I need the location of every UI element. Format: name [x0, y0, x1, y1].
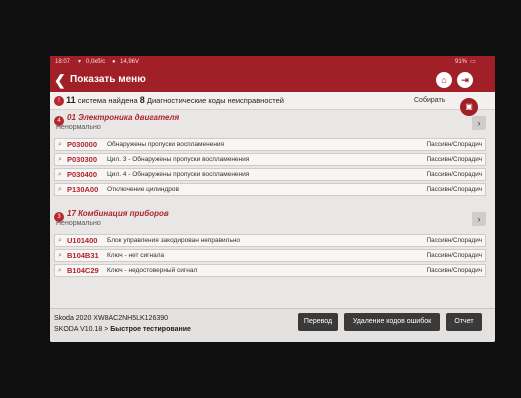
dtc-code: P030400 [67, 170, 98, 179]
system-group-engine: 4 01 Электроника двигателя Ненормально ›… [54, 112, 486, 198]
dtc-text: Диагностические коды неисправностей [146, 96, 284, 105]
home-button[interactable]: ⌂ [436, 72, 452, 88]
dtc-description: Цил. 3 - Обнаружены пропуски воспламенен… [107, 156, 250, 163]
dtc-code: B104C29 [67, 266, 99, 275]
chevron-right-icon[interactable]: › [472, 116, 486, 130]
dtc-row[interactable]: ⌕ P030300 Цил. 3 - Обнаружены пропуски в… [54, 153, 486, 166]
report-button[interactable]: Отчет [446, 313, 482, 331]
dtc-status: Пассивн/Спорадич [426, 186, 482, 193]
dtc-row[interactable]: ⌕ P130A00 Отключение цилиндров Пассивн/С… [54, 183, 486, 196]
dtc-status: Пассивн/Спорадич [426, 252, 482, 259]
battery-car-icon: ● [112, 59, 116, 65]
search-icon: ⌕ [58, 252, 62, 259]
dtc-code: P030300 [67, 155, 98, 164]
dtc-description: Отключение цилиндров [107, 186, 179, 193]
systems-count: 11 [66, 95, 76, 105]
dtc-code: P130A00 [67, 185, 99, 194]
dtc-row[interactable]: ⌕ P030000 Обнаружены пропуски воспламене… [54, 138, 486, 151]
search-icon: ⌕ [58, 141, 62, 148]
title-bar: ❮ Показать меню ⌂ ⇥ [50, 68, 495, 92]
dtc-count: 8 [139, 95, 145, 105]
list-fade [50, 294, 495, 308]
search-icon: ⌕ [58, 186, 62, 193]
exit-icon: ⇥ [461, 75, 469, 85]
data-speed: 0,0кб/с [86, 59, 106, 65]
summary-bar: ! 11 система найдена 8 Диагностические к… [50, 92, 495, 110]
software-path: SKODA V10.18 > Быстрое тестирование [54, 326, 191, 333]
chevron-left-icon: ❮ [54, 72, 66, 88]
dtc-status: Пассивн/Спорадич [426, 237, 482, 244]
dtc-row[interactable]: ⌕ B104B31 Ключ - нет сигнала Пассивн/Спо… [54, 249, 486, 262]
dtc-code: B104B31 [67, 251, 99, 260]
wifi-icon: ▾ [78, 59, 82, 65]
dtc-status: Пассивн/Спорадич [426, 267, 482, 274]
chevron-right-icon[interactable]: › [472, 212, 486, 226]
exit-button[interactable]: ⇥ [457, 72, 473, 88]
battery-level: 91% [455, 59, 468, 65]
group-title: 01 Электроника двигателя [67, 113, 180, 122]
dtc-row[interactable]: ⌕ U101400 Блок управления закодирован не… [54, 234, 486, 247]
dtc-code: U101400 [67, 236, 98, 245]
group-header[interactable]: 3 17 Комбинация приборов Ненормально › [54, 208, 486, 232]
group-status: Ненормально [56, 220, 101, 227]
vehicle-info: Skoda 2020 XW8AC2NH5LK126390 [54, 315, 169, 322]
dtc-description: Обнаружены пропуски воспламенения [107, 141, 225, 148]
dtc-description: Ключ - нет сигнала [107, 252, 165, 259]
battery-icon: ▭ [470, 59, 476, 65]
dtc-code: P030000 [67, 140, 98, 149]
page-title: Показать меню [70, 74, 146, 85]
search-icon: ⌕ [58, 156, 62, 163]
clear-codes-button[interactable]: Удаление кодов ошибок [344, 313, 440, 331]
dtc-description: Ключ - недостоверный сигнал [107, 267, 198, 274]
group-header[interactable]: 4 01 Электроника двигателя Ненормально › [54, 112, 486, 136]
systems-text: система найдена [77, 96, 138, 105]
search-icon: ⌕ [58, 267, 62, 274]
search-icon: ⌕ [58, 237, 62, 244]
status-bar: 18:07 ▾ 0,0кб/с ● 14,96V 91% ▭ [50, 56, 495, 68]
alert-icon: ! [54, 96, 64, 107]
system-group-instrument-cluster: 3 17 Комбинация приборов Ненормально › ⌕… [54, 208, 486, 279]
translate-button[interactable]: Перевод [298, 313, 338, 331]
group-title: 17 Комбинация приборов [67, 209, 169, 218]
dtc-row[interactable]: ⌕ B104C29 Ключ - недостоверный сигнал Па… [54, 264, 486, 277]
dtc-status: Пассивн/Спорадич [426, 141, 482, 148]
dtc-status: Пассивн/Спорадич [426, 156, 482, 163]
dtc-status: Пассивн/Спорадич [426, 171, 482, 178]
footer-bar: Skoda 2020 XW8AC2NH5LK126390 SKODA V10.1… [50, 308, 495, 342]
dtc-list: 4 01 Электроника двигателя Ненормально ›… [50, 110, 495, 308]
dtc-description: Блок управления закодирован неправильно [107, 237, 241, 244]
current-function: Быстрое тестирование [110, 326, 191, 333]
clock: 18:07 [55, 59, 71, 65]
back-button[interactable]: ❮ [54, 71, 68, 89]
software-version: SKODA V10.18 > [54, 326, 111, 333]
voltage: 14,96V [120, 59, 140, 65]
collect-button[interactable]: Собирать [414, 92, 445, 109]
search-icon: ⌕ [58, 171, 62, 178]
dtc-description: Цил. 4 - Обнаружены пропуски воспламенен… [107, 171, 250, 178]
group-status: Ненормально [56, 124, 101, 131]
home-icon: ⌂ [441, 75, 447, 85]
dtc-row[interactable]: ⌕ P030400 Цил. 4 - Обнаружены пропуски в… [54, 168, 486, 181]
diagnostic-screen: 18:07 ▾ 0,0кб/с ● 14,96V 91% ▭ ❮ Показат… [50, 56, 495, 342]
